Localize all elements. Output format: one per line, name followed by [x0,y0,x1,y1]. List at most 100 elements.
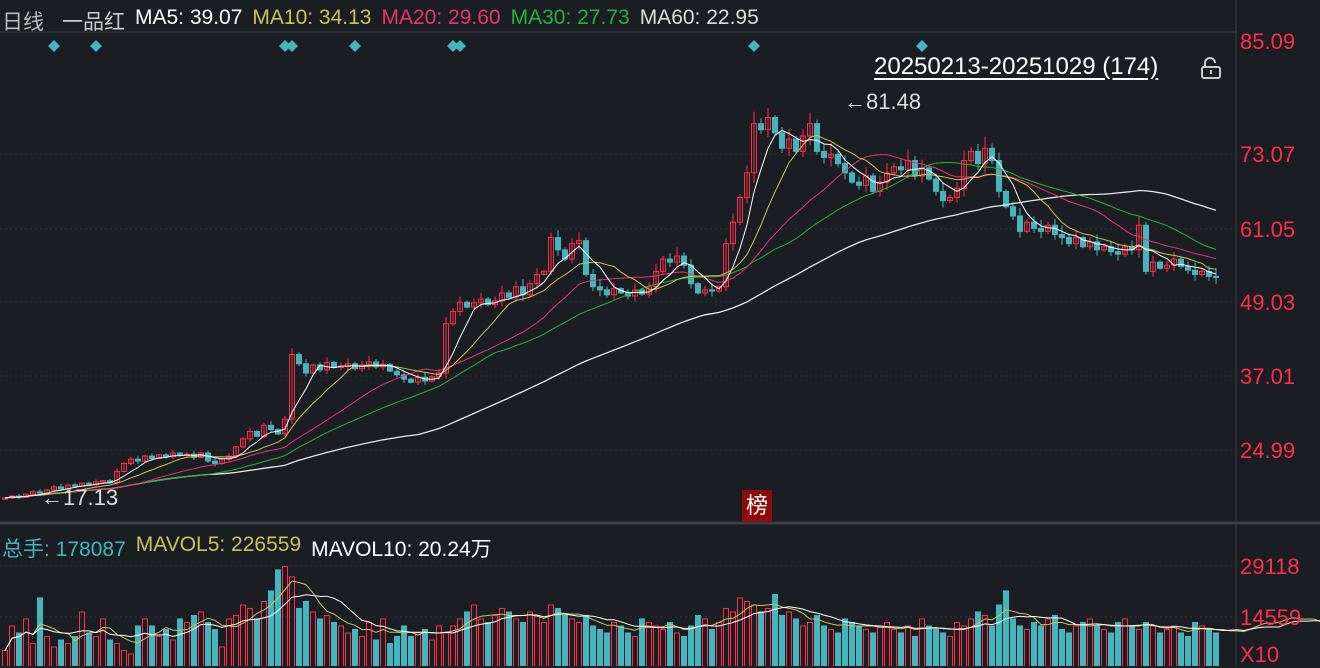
volume-bar [660,628,666,666]
volume-bar [492,614,498,666]
volume-bar [667,621,673,666]
volume-bar [191,614,197,666]
volume-bar [597,628,603,666]
volume-bar [296,607,302,666]
volume-bar [730,611,736,666]
volume-bar [821,625,827,666]
volume-bar [1213,632,1219,666]
volume-bar [646,621,652,666]
candle-down [583,240,589,275]
ranking-badge[interactable]: 榜 [742,490,772,522]
event-markers[interactable] [48,40,928,52]
event-marker-icon[interactable] [90,40,102,52]
volume-bar [919,618,925,666]
event-marker-icon[interactable] [454,40,466,52]
volume-bar [1185,635,1191,666]
candle-down [604,289,610,296]
volume-bar [569,618,575,666]
stock-name: 一品红 [62,11,125,34]
candle-down [709,289,715,292]
volume-bar [856,625,862,666]
volume-bar [331,621,337,666]
volume-bar [786,611,792,666]
volume-bar [324,614,330,666]
candle-down [1010,206,1016,217]
candle-down [779,132,785,149]
volume-bar [1080,621,1086,666]
volume-bar [674,632,680,666]
volume-bar [555,607,561,666]
date-range-link[interactable]: 20250213-20251029 (174) [874,53,1158,81]
candle-down [331,362,337,368]
volume-bar [590,625,596,666]
volume-bar [135,625,141,666]
kline-chart[interactable] [0,0,1320,666]
volume-bar [177,618,183,666]
volume-bar [149,625,155,666]
volume-bar [891,628,897,666]
volume-bar [905,625,911,666]
volume-bar [114,642,120,666]
volume-bar [366,621,372,666]
volume-bar [79,611,85,666]
price-axis-label: 61.05 [1240,217,1296,242]
volume-bar [373,639,379,666]
volume-bar [548,604,554,666]
total-volume-label: 总手: 178087 [2,538,126,561]
volume-bar [1017,625,1023,666]
volume-bar [65,642,71,666]
volume-bar [912,635,918,666]
volume-bar [2,649,8,666]
volume-bar [1024,628,1030,666]
price-header: 日线 一品红 MA5: 39.07 MA10: 34.13 MA20: 29.6… [2,6,759,36]
event-marker-icon[interactable] [286,40,298,52]
volume-bar [653,625,659,666]
volume-bar [681,635,687,666]
volume-bar [814,614,820,666]
volume-bar [443,632,449,666]
max-price-label: ←81.48 [844,89,922,114]
event-marker-icon[interactable] [48,40,60,52]
volume-bar [583,614,589,666]
event-marker-icon[interactable] [349,40,361,52]
volume-bar [1178,632,1184,666]
volume-bar [156,635,162,666]
candle-down [1052,224,1058,235]
volume-bar [1073,625,1079,666]
volume-header: 总手: 178087 MAVOL5: 226559 MAVOL10: 20.24… [2,533,492,563]
candle-down [296,354,302,365]
candle-down [597,286,603,291]
volume-bar [807,621,813,666]
period-label[interactable]: 日线 [2,6,44,36]
volume-bar [688,625,694,666]
volume-bar [870,632,876,666]
volume-bar [205,621,211,666]
volume-bar [884,621,890,666]
volume-bar [695,614,701,666]
candle-down [1157,261,1163,269]
volume-bar [51,646,57,666]
volume-bar [744,600,750,666]
candle-down [814,123,820,152]
volume-bar [275,569,281,666]
candle-down [856,181,862,186]
volume-bar [86,632,92,666]
volume-bar [562,614,568,666]
volume-bar [457,618,463,666]
volume-bar [415,632,421,666]
price-axis-label: 49.03 [1240,290,1296,315]
volume-bar [338,625,344,666]
candle-down [870,175,876,192]
volume-bar [387,642,393,666]
candle-down [1031,221,1037,229]
volume-axis-label: 29118 [1240,554,1300,579]
volume-bar [506,611,512,666]
grid [0,0,1320,666]
event-marker-icon[interactable] [916,40,928,52]
volume-bar [1031,621,1037,666]
unlock-icon[interactable] [1200,57,1222,79]
volume-bar [520,621,526,666]
price-axis-label: 73.07 [1240,142,1296,167]
event-marker-icon[interactable] [748,40,760,52]
volume-bar [317,618,323,666]
